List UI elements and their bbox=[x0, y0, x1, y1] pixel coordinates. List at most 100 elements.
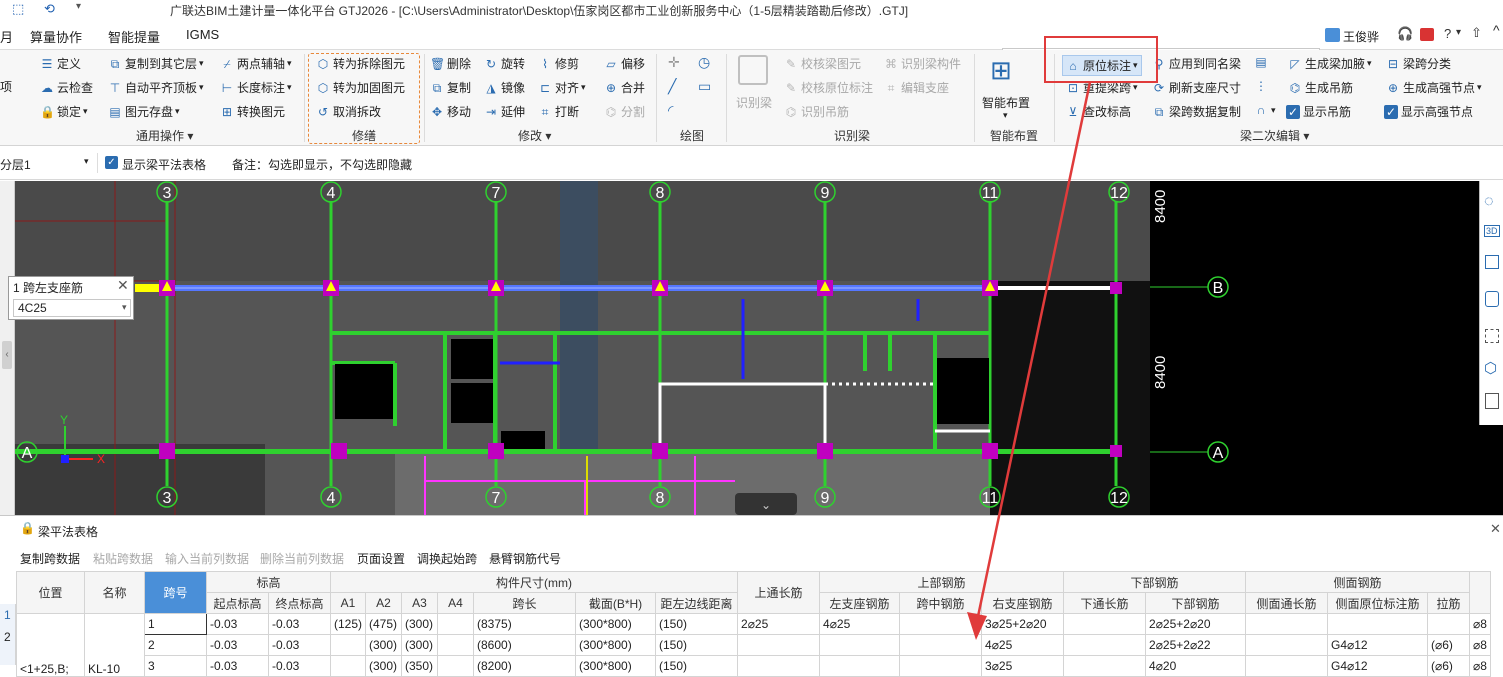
paste-span-data-button[interactable]: 粘贴跨数据 bbox=[93, 550, 153, 567]
gen-hanger-button[interactable]: ⌬ 生成吊筋 bbox=[1288, 79, 1353, 96]
split-button[interactable]: ⌬ 分割 bbox=[604, 103, 645, 120]
offset-button[interactable]: ▱ 偏移 bbox=[604, 55, 645, 72]
cell-a2[interactable]: (300) bbox=[365, 655, 403, 677]
to-reinforce-button[interactable]: ⬡ 转为加固图元 bbox=[316, 79, 405, 96]
recognize-hanger-button[interactable]: ⌬ 识别吊筋 bbox=[784, 103, 849, 120]
user-name[interactable]: 王俊骅 bbox=[1343, 28, 1379, 45]
cell-z2[interactable]: -0.03 bbox=[268, 655, 331, 677]
extend-button[interactable]: ⇥ 延伸 bbox=[484, 103, 525, 120]
smart-dropdown-icon[interactable]: ▾ bbox=[1003, 110, 1008, 121]
cell-a2[interactable]: (475) bbox=[365, 613, 403, 635]
grid-tool-button[interactable]: ⋮ bbox=[1254, 79, 1271, 93]
cell-length[interactable]: (8375) bbox=[473, 613, 577, 635]
ribbon-item-partial[interactable]: 项 bbox=[0, 78, 12, 95]
input-column-button[interactable]: 输入当前列数据 bbox=[165, 550, 249, 567]
grid-tool-button[interactable]: ▤ bbox=[1254, 55, 1271, 69]
delete-button[interactable]: 🗑 删除 bbox=[430, 55, 471, 72]
cell-span[interactable]: 1 bbox=[144, 613, 207, 635]
cell-dist[interactable]: (150) bbox=[655, 634, 739, 656]
document-icon[interactable] bbox=[1485, 393, 1499, 409]
cell-dist[interactable]: (150) bbox=[655, 655, 739, 677]
cell-a3[interactable]: (350) bbox=[401, 655, 439, 677]
plan-drawing[interactable]: 3 4 7 8 9 11 12 3 4 7 8 9 11 12 B A A 84… bbox=[15, 181, 1503, 515]
swap-start-span-button[interactable]: 调换起始跨 bbox=[417, 550, 477, 567]
group-label-general[interactable]: 通用操作 ▾ bbox=[136, 127, 193, 144]
define-button[interactable]: ☰ 定义 bbox=[40, 55, 81, 72]
pin-icon[interactable]: ⇧ bbox=[1471, 25, 1482, 41]
notification-icon[interactable] bbox=[1420, 28, 1434, 41]
rect-icon[interactable]: ▭ bbox=[698, 78, 711, 95]
cell-dist[interactable]: (150) bbox=[655, 613, 739, 635]
cell-name[interactable]: KL-10 bbox=[84, 613, 145, 677]
cell-extra[interactable]: ⌀8 bbox=[1469, 613, 1491, 635]
mirror-button[interactable]: ◮ 镜像 bbox=[484, 79, 525, 96]
view-3d-icon[interactable]: 3D bbox=[1484, 225, 1500, 237]
cell-a4[interactable] bbox=[437, 655, 475, 677]
magnet-button[interactable]: ∩ ▾ bbox=[1254, 103, 1276, 117]
refresh-support-button[interactable]: ⟳ 刷新支座尺寸 bbox=[1152, 79, 1241, 96]
table-row[interactable]: 3 -0.03 -0.03 (300) (350) (8200) (300*80… bbox=[17, 655, 1491, 677]
menu-item-view[interactable]: 月 bbox=[0, 27, 13, 46]
annotation-popup[interactable]: 1 跨左支座筋 ✕ 4C25 ▾ bbox=[8, 276, 134, 320]
cell-a2[interactable]: (300) bbox=[365, 634, 403, 656]
show-table-checkbox[interactable]: ✓ bbox=[105, 156, 118, 169]
cell-bottom[interactable]: 2⌀25+2⌀22 bbox=[1145, 634, 1247, 656]
col-header-span[interactable]: 跨号 bbox=[144, 571, 207, 614]
view-box-icon[interactable] bbox=[1485, 255, 1499, 269]
recognize-beam-icon[interactable] bbox=[738, 55, 768, 85]
save-element-button[interactable]: ▤ 图元存盘 ▾ bbox=[108, 103, 179, 120]
beam-row-a[interactable] bbox=[15, 449, 1116, 454]
clock-icon[interactable]: ◷ bbox=[698, 54, 710, 71]
copy-to-layer-button[interactable]: ⧉ 复制到其它层 ▾ bbox=[108, 55, 204, 72]
cell-top-through[interactable]: 2⌀25 bbox=[737, 613, 821, 635]
cell-section[interactable]: (300*800) bbox=[575, 655, 657, 677]
cell-tie[interactable] bbox=[1427, 613, 1471, 635]
show-hs-node-checkbox[interactable]: ✓ 显示高强节点 bbox=[1384, 103, 1473, 120]
cell-bottom[interactable]: 4⌀20 bbox=[1145, 655, 1247, 677]
cell-position[interactable]: <1+25,B; bbox=[16, 613, 85, 677]
align-button[interactable]: ⊏ 对齐 ▾ bbox=[538, 79, 586, 96]
cell-a3[interactable]: (300) bbox=[401, 634, 439, 656]
cell-span[interactable]: 3 bbox=[144, 655, 207, 677]
cell-section[interactable]: (300*800) bbox=[575, 634, 657, 656]
cell-z1[interactable]: -0.03 bbox=[206, 634, 269, 656]
length-dim-button[interactable]: ⊢ 长度标注 ▾ bbox=[220, 79, 292, 96]
collapse-left-icon[interactable]: ‹ bbox=[2, 341, 12, 369]
smart-layout-button[interactable]: 智能布置 bbox=[982, 94, 1030, 111]
help-icon[interactable]: ? bbox=[1444, 26, 1451, 41]
trim-button[interactable]: ⌇ 修剪 bbox=[538, 55, 579, 72]
cell-top-through[interactable] bbox=[737, 634, 821, 656]
cell-a1[interactable] bbox=[329, 655, 367, 677]
beam-flat-table[interactable]: 位置 名称 跨号 标高 构件尺寸(mm) 上通长筋 上部钢筋 下部钢筋 侧面钢筋… bbox=[16, 571, 1491, 677]
cell-bottom-through[interactable] bbox=[1063, 634, 1147, 656]
break-button[interactable]: ⌗ 打断 bbox=[538, 103, 579, 120]
cell-section[interactable]: (300*800) bbox=[575, 613, 657, 635]
table-row[interactable]: 2 -0.03 -0.03 (300) (300) (8600) (300*80… bbox=[17, 634, 1491, 656]
app-icon[interactable]: ⬚ bbox=[12, 1, 24, 17]
cell-tie[interactable]: (⌀6) bbox=[1427, 655, 1471, 677]
cancel-repair-button[interactable]: ↺ 取消拆改 bbox=[316, 103, 381, 120]
cell-bottom-through[interactable] bbox=[1063, 655, 1147, 677]
cell-right-support[interactable]: 4⌀25 bbox=[981, 634, 1065, 656]
left-panel-strip[interactable]: ‹ bbox=[0, 181, 15, 515]
headset-icon[interactable]: 🎧 bbox=[1397, 26, 1413, 42]
cell-mid[interactable] bbox=[899, 634, 983, 656]
merge-button[interactable]: ⊕ 合并 bbox=[604, 79, 645, 96]
gen-haunch-button[interactable]: ◸ 生成梁加腋 ▾ bbox=[1288, 55, 1371, 72]
cell-bottom-through[interactable] bbox=[1063, 613, 1147, 635]
layer-dropdown-icon[interactable]: ▾ bbox=[84, 156, 89, 167]
cell-side-position[interactable]: G4⌀12 bbox=[1327, 655, 1429, 677]
cell-a4[interactable] bbox=[437, 613, 475, 635]
cell-z1[interactable]: -0.03 bbox=[206, 613, 269, 635]
cell-z2[interactable]: -0.03 bbox=[268, 634, 331, 656]
to-demolish-button[interactable]: ⬡ 转为拆除图元 bbox=[316, 55, 405, 72]
undo-icon[interactable]: ⟲ bbox=[44, 1, 55, 17]
recognize-member-button[interactable]: ⌘ 识别梁构件 bbox=[884, 55, 961, 72]
popup-value[interactable]: 4C25 bbox=[18, 301, 47, 315]
cell-right-support[interactable]: 3⌀25 bbox=[981, 655, 1065, 677]
point-icon[interactable]: ✛ bbox=[668, 54, 680, 71]
cell-top-through[interactable] bbox=[737, 655, 821, 677]
view-cube-icon[interactable] bbox=[1485, 291, 1499, 307]
cell-left-support[interactable]: 4⌀25 bbox=[819, 613, 901, 635]
cell-z2[interactable]: -0.03 bbox=[268, 613, 331, 635]
